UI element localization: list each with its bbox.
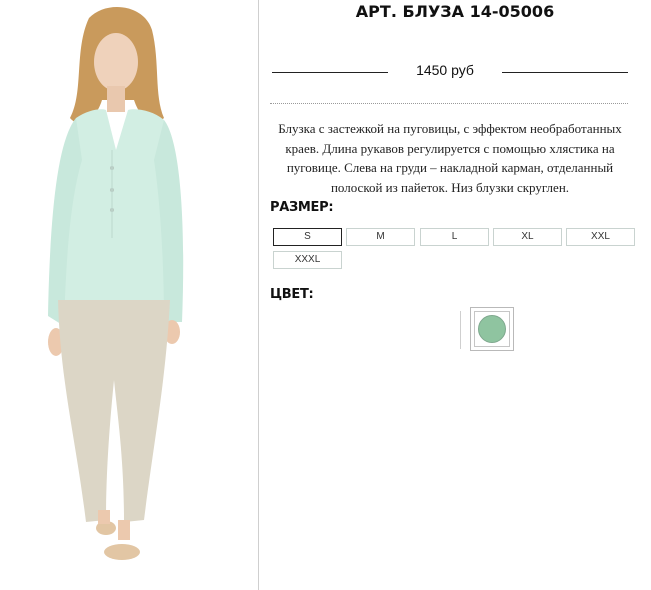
price-line-right	[502, 72, 628, 73]
product-photo[interactable]	[14, 0, 228, 582]
article-name: БЛУЗА 14-05006	[402, 2, 555, 21]
size-option-s[interactable]: S	[273, 228, 342, 246]
size-option-l[interactable]: L	[420, 228, 489, 246]
color-swatch-mint[interactable]	[470, 307, 514, 351]
color-label: ЦВЕТ:	[270, 287, 314, 302]
size-label: РАЗМЕР:	[270, 200, 334, 215]
dotted-divider	[270, 103, 628, 104]
price-line-left	[272, 72, 388, 73]
size-option-xxxl[interactable]: XXXL	[273, 251, 342, 269]
model-photo-illustration	[48, 6, 184, 560]
product-title: АРТ. БЛУЗА 14-05006	[270, 2, 640, 21]
article-prefix: АРТ.	[355, 2, 397, 21]
color-swatch-inner	[474, 311, 510, 347]
column-divider	[258, 0, 259, 590]
color-separator	[460, 311, 461, 349]
size-option-m[interactable]: M	[346, 228, 415, 246]
color-swatch-circle	[478, 315, 506, 343]
price: 1450 руб	[416, 62, 474, 78]
price-row: 1450 руб	[270, 60, 640, 80]
size-option-xxl[interactable]: XXL	[566, 228, 635, 246]
size-option-xl[interactable]: XL	[493, 228, 562, 246]
product-description: Блузка с застежкой на пуговицы, с эффект…	[278, 121, 622, 195]
product-details: АРТ. БЛУЗА 14-05006 1450 руб Блузка с за…	[270, 0, 640, 590]
